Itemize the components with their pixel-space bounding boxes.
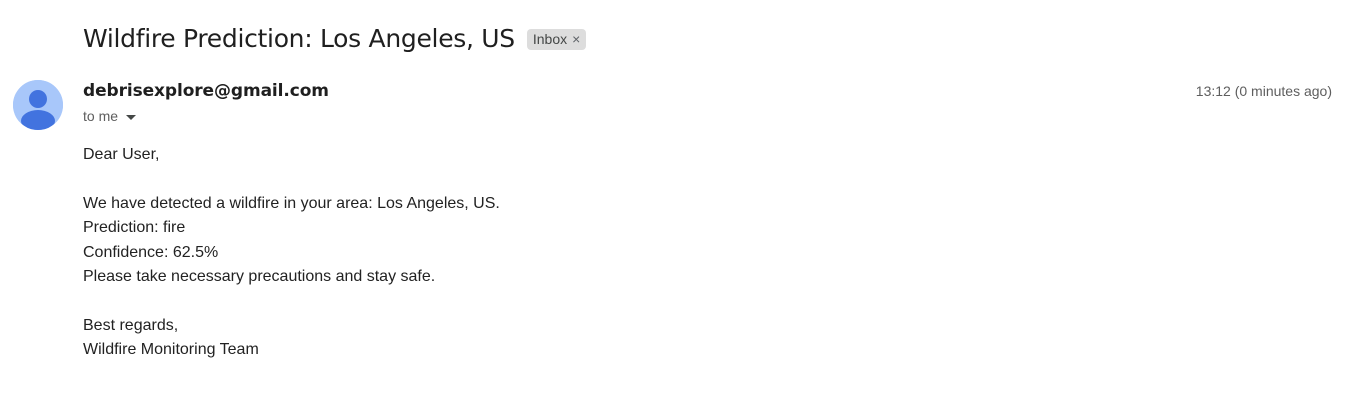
email-view: Wildfire Prediction: Los Angeles, US Inb… xyxy=(0,0,1358,409)
body-line-prediction: Prediction: fire xyxy=(83,219,186,237)
sender-email[interactable]: debrisexplore@gmail.com xyxy=(83,81,329,101)
subject-row: Wildfire Prediction: Los Angeles, US Inb… xyxy=(83,20,587,56)
email-body: Dear User, We have detected a wildfire i… xyxy=(83,143,500,363)
email-subject: Wildfire Prediction: Los Angeles, US xyxy=(83,23,515,53)
body-line-precautions: Please take necessary precautions and st… xyxy=(83,268,436,286)
body-line-confidence: Confidence: 62.5% xyxy=(83,243,219,261)
body-signature: Wildfire Monitoring Team xyxy=(83,341,259,359)
person-icon xyxy=(13,80,63,130)
body-greeting: Dear User, xyxy=(83,146,160,163)
dropdown-caret-icon[interactable] xyxy=(126,114,137,120)
email-timestamp: 13:12 (0 minutes ago) xyxy=(1195,83,1332,99)
sender-avatar[interactable] xyxy=(13,80,63,130)
inbox-label-chip[interactable]: Inbox × xyxy=(526,28,587,50)
recipient-text: to me xyxy=(83,108,119,124)
body-closing: Best regards, xyxy=(83,316,179,334)
label-text: Inbox xyxy=(532,31,568,47)
recipient-details-toggle[interactable]: to me xyxy=(83,108,137,124)
remove-label-icon[interactable]: × xyxy=(572,31,580,47)
body-line-detection: We have detected a wildfire in your area… xyxy=(83,194,500,212)
